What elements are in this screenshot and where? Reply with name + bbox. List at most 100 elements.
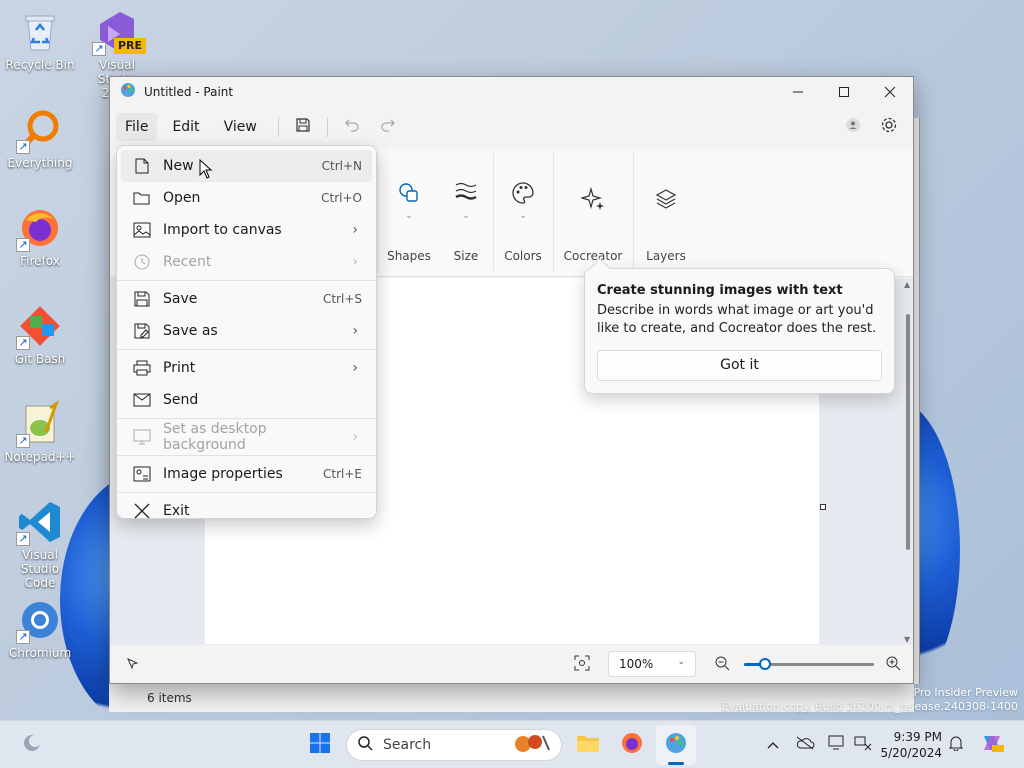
menu-item-print[interactable]: Print › [121,352,372,384]
taskbar-firefox[interactable] [612,725,652,765]
title-bar[interactable]: Untitled - Paint [110,77,913,107]
shortcut-label: Ctrl+O [321,191,362,205]
zoom-out-button[interactable] [714,655,730,675]
desktop-icon-label: Firefox [20,254,60,268]
desktop-icon-chromium[interactable]: ↗ Chromium [4,596,76,660]
paint-app-icon [665,732,687,758]
chevron-right-icon: › [352,254,358,270]
preview-badge: PRE [113,38,146,54]
menu-item-image-properties[interactable]: Image properties Ctrl+E [121,458,372,490]
bell-icon [948,735,964,755]
git-bash-icon: ↗ [16,302,64,350]
taskbar-file-explorer[interactable] [568,725,608,765]
desktop-icon-notepad-plus-plus[interactable]: ↗ Notepad++ [4,400,76,464]
size-label: Size [453,249,479,263]
menu-item-send[interactable]: Send [121,384,372,416]
save-button[interactable] [285,112,321,142]
desktop-icon-recycle-bin[interactable]: Recycle Bin [4,8,76,72]
shortcut-arrow-icon: ↗ [16,532,30,546]
menu-item-exit[interactable]: Exit [121,495,372,527]
zoom-dropdown[interactable]: 100% ⌄ [608,651,696,677]
scroll-down-arrow-icon[interactable]: ▼ [904,635,910,644]
tip-title: Create stunning images with text [597,283,843,298]
scroll-up-arrow-icon[interactable]: ▲ [904,280,910,289]
scrollbar-thumb[interactable] [906,314,910,550]
desktop-icon-label: Visual Studio Code [20,548,60,590]
menu-item-save-as[interactable]: Save as › [121,315,372,347]
copilot-button[interactable] [978,721,1006,768]
got-it-button[interactable]: Got it [597,350,882,381]
menu-view[interactable]: View [215,113,266,141]
tip-body: Describe in words what image or art you'… [597,303,877,336]
zoom-slider-thumb[interactable] [758,658,771,670]
menu-file[interactable]: File [116,113,158,141]
cloud-offline-icon [795,736,815,754]
zoom-value: 100% [619,657,654,671]
account-button[interactable] [835,112,871,142]
new-file-icon [133,157,151,175]
everything-search-icon: ↗ [16,106,64,154]
menu-item-recent: Recent › [121,246,372,278]
menu-item-label: Open [163,190,201,206]
settings-button[interactable] [871,112,907,142]
colors-tool[interactable]: ⌄ Colors [494,153,552,269]
onedrive-tray-button[interactable] [794,721,816,768]
taskbar: Search 9:39 PM 5/20/2024 [0,720,1024,768]
notifications-button[interactable] [946,721,966,768]
taskbar-search-box[interactable]: Search [346,729,562,761]
display-tray-button[interactable] [826,721,848,768]
layers-label: Layers [646,249,686,263]
zoom-in-button[interactable] [885,655,901,675]
widgets-button[interactable] [12,725,52,765]
firefox-icon: ↗ [16,204,64,252]
size-tool[interactable]: ⌄ Size [440,153,492,269]
recycle-bin-icon [16,8,64,56]
fit-to-window-button[interactable] [574,655,590,675]
palette-icon [511,181,535,208]
windows-logo-icon [309,732,331,758]
menu-edit[interactable]: Edit [163,113,208,141]
vertical-scrollbar[interactable]: ▲ ▼ [903,278,913,644]
close-window-button[interactable] [867,77,913,107]
folder-open-icon [133,189,151,207]
shapes-tool[interactable]: ⌄ Shapes [378,153,440,269]
folder-icon [576,733,600,757]
weather-icon [21,732,43,758]
desktop-icon-firefox[interactable]: ↗ Firefox [4,204,76,268]
maximize-button[interactable] [821,77,867,107]
undo-button[interactable] [334,112,370,142]
vscode-icon: ↗ [16,498,64,546]
monitor-icon [828,735,846,755]
os-watermark: Pro Insider Preview Evaluation copy. Bui… [722,686,1018,714]
printer-icon [133,359,151,377]
save-icon [295,117,311,137]
search-icon [357,735,373,755]
minimize-button[interactable] [775,77,821,107]
layers-tool[interactable]: Layers [634,153,698,269]
menu-item-label: Image properties [163,466,283,482]
network-tray-button[interactable] [852,721,874,768]
paint-app-icon [120,82,136,102]
active-app-indicator [668,762,684,765]
cocreator-teaching-tip: Create stunning images with text Describ… [584,258,895,394]
menu-item-save[interactable]: Save Ctrl+S [121,283,372,315]
shortcut-arrow-icon: ↗ [92,42,106,56]
menu-separator [117,492,376,493]
menu-item-import-to-canvas[interactable]: Import to canvas › [121,214,372,246]
cocreator-tool[interactable]: Cocreator [554,153,632,269]
start-button[interactable] [300,725,340,765]
redo-button[interactable] [370,112,406,142]
desktop-icon-vscode[interactable]: ↗ Visual Studio Code [4,498,76,590]
taskbar-clock[interactable]: 9:39 PM 5/20/2024 [880,729,942,761]
taskbar-paint[interactable] [656,725,696,765]
desktop-icon-everything[interactable]: ↗ Everything [4,106,76,170]
canvas-resize-handle[interactable] [820,504,826,510]
menu-item-label: Recent [163,254,212,270]
menu-item-open[interactable]: Open Ctrl+O [121,182,372,214]
menu-item-label: New [163,158,194,174]
zoom-slider[interactable] [744,658,874,670]
menu-item-new[interactable]: New Ctrl+N [121,150,372,182]
brush-size-icon [454,181,478,204]
show-hidden-icons-button[interactable] [764,721,782,768]
desktop-icon-git-bash[interactable]: ↗ Git Bash [4,302,76,366]
